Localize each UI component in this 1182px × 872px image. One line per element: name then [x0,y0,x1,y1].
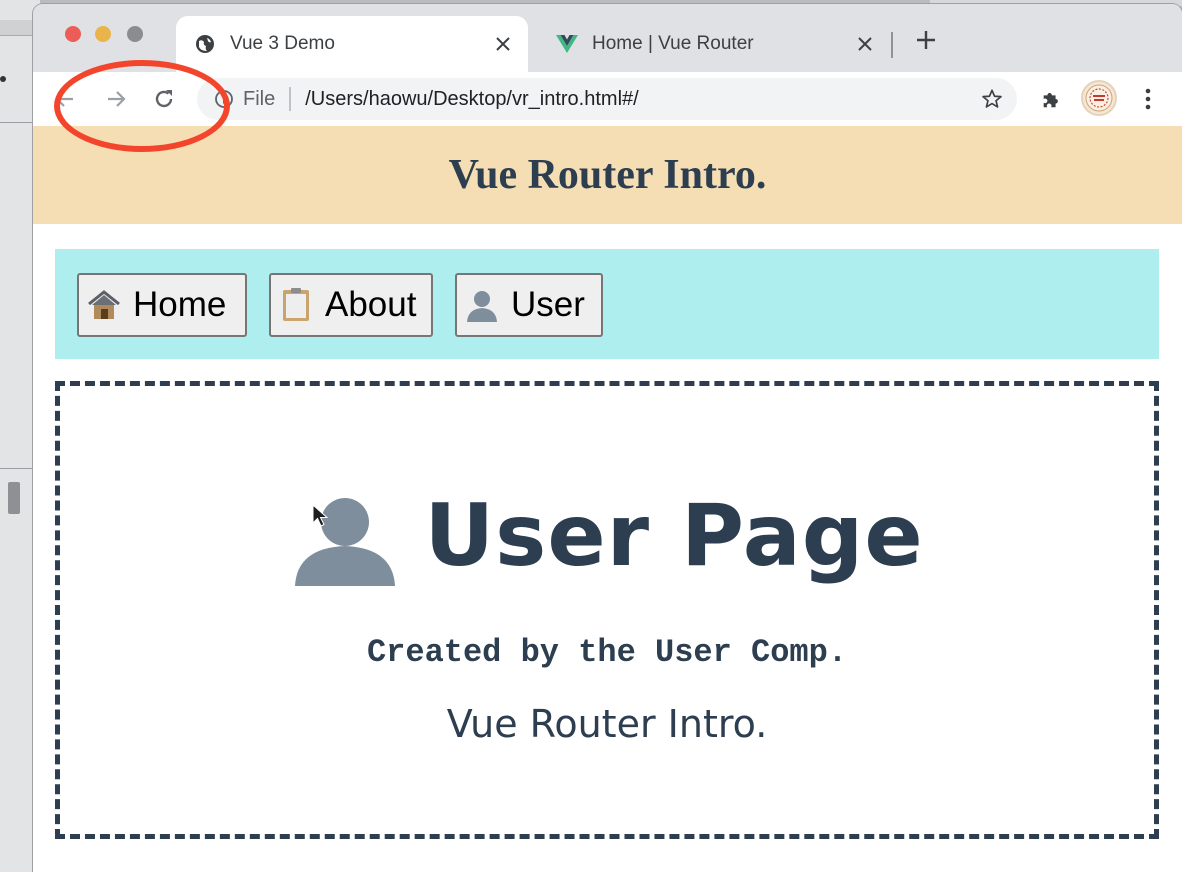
user-button[interactable]: User [455,273,603,337]
browser-window: Vue 3 Demo Home | Vue Router File /Users… [33,4,1182,872]
about-button[interactable]: About [269,273,433,337]
user-silhouette-icon [290,486,400,586]
router-nav: Home About User [55,249,1159,359]
app-header: Vue Router Intro. [33,126,1182,224]
star-icon[interactable] [979,86,1005,112]
house-icon [85,286,123,324]
tab-vue-3-demo[interactable]: Vue 3 Demo [176,16,528,72]
highlight-annotation [54,60,230,152]
view-footer-text: Vue Router Intro. [446,702,768,746]
about-button-label: About [325,285,417,324]
user-button-label: User [511,285,585,324]
page-content: Vue Router Intro. Home About User User P… [33,126,1182,872]
minimize-window-button[interactable] [95,26,111,42]
tab-title: Home | Vue Router [592,33,754,54]
address-divider [289,87,292,111]
home-button[interactable]: Home [77,273,247,337]
tab-title: Vue 3 Demo [230,33,335,54]
close-window-button[interactable] [65,26,81,42]
close-icon[interactable] [490,31,516,57]
view-title-row: User Page [60,486,1154,586]
vue-logo-icon [556,33,578,55]
view-subtitle: Created by the User Comp. [366,634,848,671]
url-text[interactable]: /Users/haowu/Desktop/vr_intro.html#/ [305,88,979,111]
screen: Vue 3 Demo Home | Vue Router File /Users… [0,0,1182,872]
tab-strip: Vue 3 Demo Home | Vue Router [33,4,1182,72]
page-title: Vue Router Intro. [448,152,767,198]
url-scheme-label: File [243,87,276,110]
address-bar[interactable]: File /Users/haowu/Desktop/vr_intro.html#… [197,78,1017,120]
tab-separator [891,32,893,58]
avatar[interactable] [1081,80,1117,116]
user-silhouette-icon [463,286,501,324]
puzzle-icon[interactable] [1036,84,1066,114]
clipboard-icon [277,286,315,324]
zoom-window-button[interactable] [127,26,143,42]
kebab-menu-icon[interactable] [1133,84,1163,114]
plus-icon[interactable] [911,28,941,58]
view-heading: User Page [424,486,924,586]
tab-home-vue-router[interactable]: Home | Vue Router [538,16,890,72]
background-window-scroll-grip[interactable] [8,482,20,514]
close-icon[interactable] [852,31,878,57]
home-button-label: Home [133,285,227,324]
mouse-cursor-icon [312,504,329,527]
globe-icon [194,33,216,55]
router-view: User Page Created by the User Comp. Vue … [55,381,1159,839]
background-window-dot [0,76,6,82]
